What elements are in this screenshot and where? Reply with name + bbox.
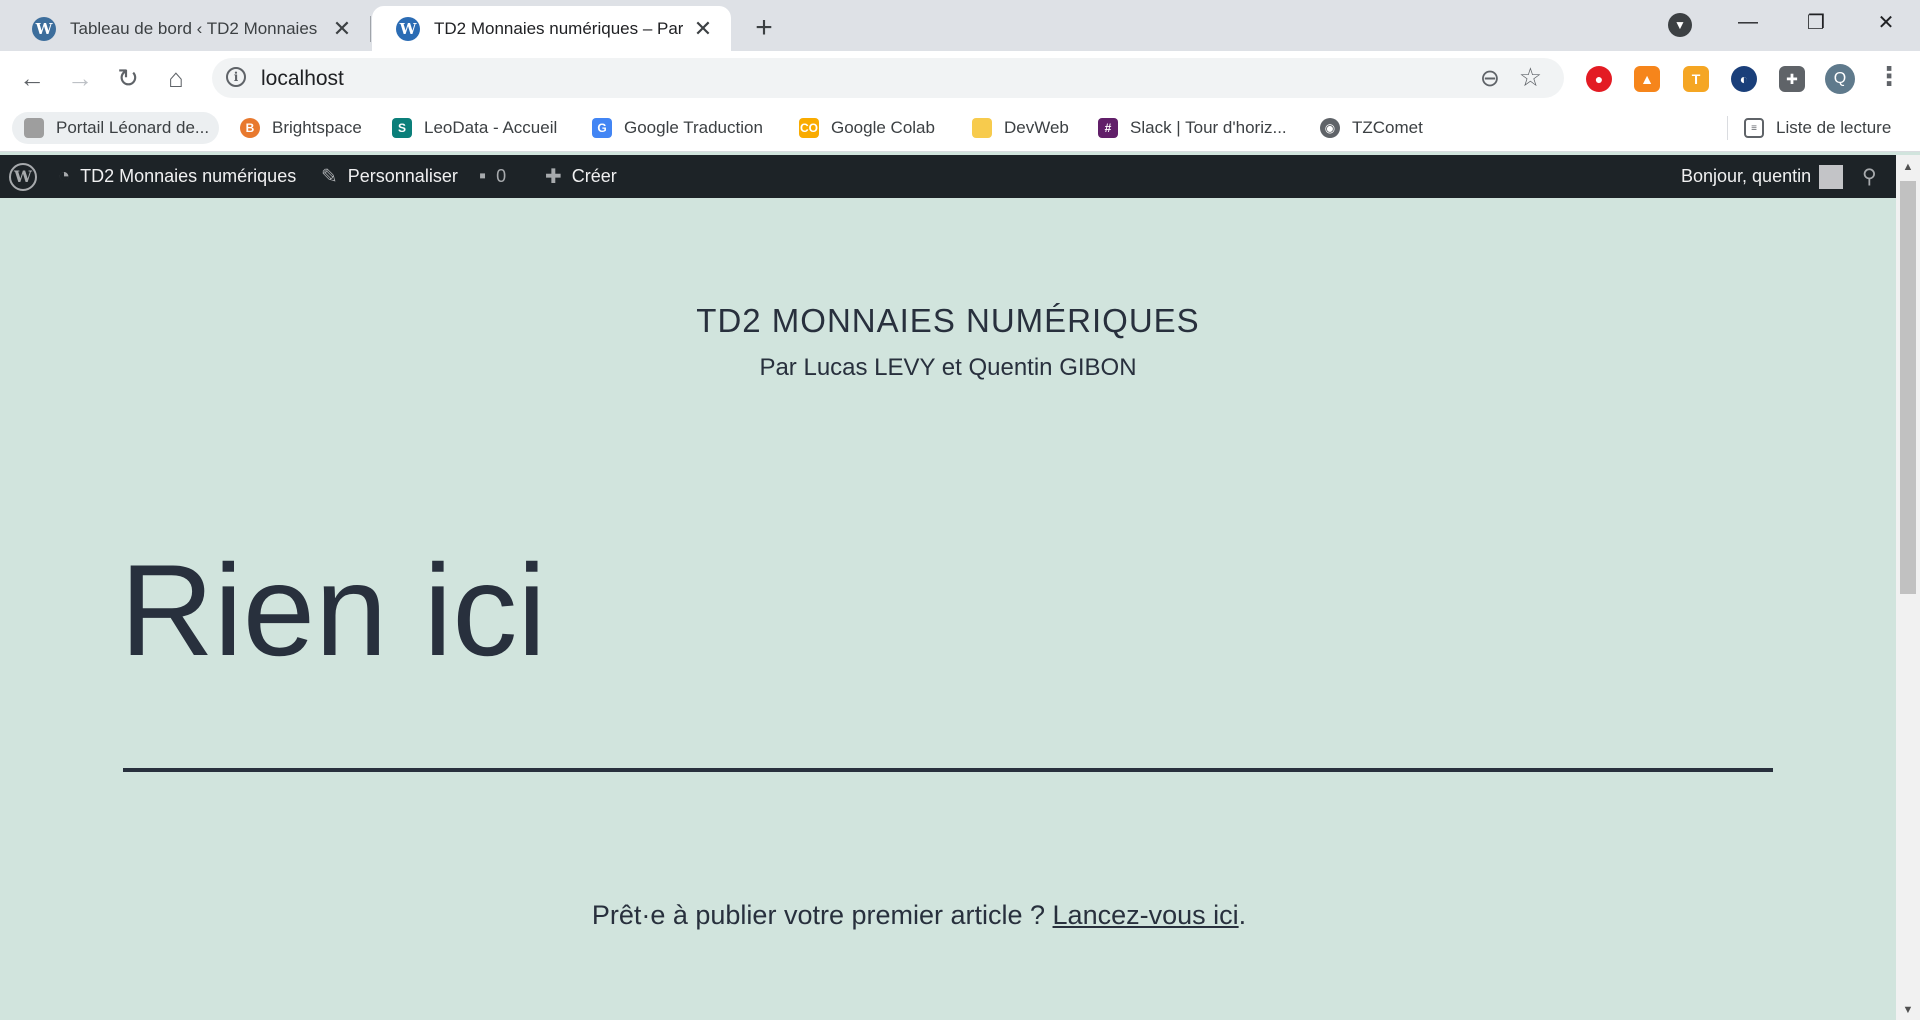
wordpress-icon: W	[32, 16, 56, 41]
scroll-down-arrow-icon[interactable]: ▼	[1896, 1000, 1920, 1020]
bookmark-star-icon[interactable]: ☆	[1519, 62, 1542, 93]
wordpress-icon: W	[396, 16, 420, 41]
bookmark-google-translate[interactable]: G Google Traduction	[592, 112, 763, 144]
metamask-extension-icon[interactable]: ▲	[1634, 66, 1660, 92]
extensions-puzzle-icon[interactable]: ✚	[1779, 66, 1805, 92]
adminbar-my-account[interactable]: Bonjour, quentin	[1681, 155, 1844, 198]
bookmark-label: DevWeb	[1004, 118, 1069, 137]
bookmark-label: TZComet	[1352, 118, 1423, 137]
tab-separator	[370, 16, 371, 42]
bookmark-label: Brightspace	[272, 118, 362, 137]
reading-list-icon: ≡	[1744, 118, 1764, 138]
zoom-icon[interactable]: ⊖	[1480, 64, 1500, 93]
scroll-up-arrow-icon[interactable]: ▲	[1896, 157, 1920, 177]
separator-line	[123, 768, 1773, 772]
wp-admin-bar: W ◔ TD2 Monnaies numériques ✎ Personnali…	[0, 155, 1896, 198]
comment-bubble-icon: ▪	[479, 165, 487, 187]
site-info-icon[interactable]: i	[226, 67, 246, 87]
customize-label: Personnaliser	[347, 166, 458, 186]
bookmark-label: Google Colab	[831, 118, 935, 137]
close-tab-icon[interactable]: ✕	[330, 16, 354, 41]
page-intro-text: Prêt·e à publier votre premier article ?…	[0, 900, 1838, 931]
comments-count: 0	[496, 166, 507, 186]
page-title: Rien ici	[120, 537, 547, 683]
tab-search-icon[interactable]: ▼	[1668, 13, 1692, 37]
bookmark-label: Slack | Tour d'horiz...	[1130, 118, 1287, 137]
bookmark-leodata[interactable]: S LeoData - Accueil	[392, 112, 557, 144]
sharepoint-icon: S	[392, 118, 412, 138]
wordpress-logo-icon: W	[9, 162, 37, 191]
reload-icon[interactable]: ↻	[111, 61, 145, 95]
user-avatar	[1819, 164, 1844, 189]
slack-icon: #	[1098, 118, 1118, 138]
tab-title: Tableau de bord ‹ TD2 Monnaies numérique…	[70, 18, 322, 38]
bookmark-devweb[interactable]: DevWeb	[972, 112, 1069, 144]
brightspace-icon: B	[240, 118, 260, 138]
forward-arrow-icon[interactable]: →	[63, 61, 97, 95]
minimize-button[interactable]: —	[1714, 0, 1782, 44]
bookmark-google-colab[interactable]: CO Google Colab	[799, 112, 935, 144]
bookmark-tzcomet[interactable]: ◉ TZComet	[1320, 112, 1423, 144]
adminbar-site-name[interactable]: ◔ TD2 Monnaies numériques	[58, 155, 296, 198]
temple-extension-icon[interactable]: T	[1683, 66, 1709, 92]
create-label: Créer	[571, 166, 617, 186]
wp-logo-menu[interactable]: W	[9, 155, 37, 198]
start-here-link[interactable]: Lancez-vous ici	[1053, 900, 1239, 930]
paintbrush-icon: ✎	[321, 166, 338, 188]
profile-avatar[interactable]: Q	[1825, 64, 1855, 94]
google-translate-icon: G	[592, 118, 612, 138]
adminbar-customize[interactable]: ✎ Personnaliser	[321, 155, 458, 198]
bookmark-portail[interactable]: Portail Léonard de...	[12, 112, 220, 144]
folder-icon	[972, 118, 992, 138]
back-arrow-icon[interactable]: ←	[15, 61, 49, 95]
menu-kebab-icon[interactable]: ⋮	[1876, 61, 1902, 92]
tab-strip: W Tableau de bord ‹ TD2 Monnaies numériq…	[0, 0, 1920, 51]
tab-title: TD2 Monnaies numériques – Par Lucas LEVY…	[434, 18, 683, 38]
address-bar[interactable]: i localhost ⊖ ☆	[212, 58, 1564, 98]
compass-extension-icon[interactable]: ◐	[1731, 66, 1757, 92]
window-close-button[interactable]: ✕	[1852, 0, 1920, 44]
colab-icon: CO	[799, 118, 819, 138]
ublock-extension-icon[interactable]: ●	[1586, 66, 1612, 92]
bookmark-label: LeoData - Accueil	[424, 118, 558, 137]
site-name-label: TD2 Monnaies numériques	[80, 166, 297, 186]
close-tab-icon[interactable]: ✕	[691, 16, 715, 41]
search-icon: ⚲	[1862, 166, 1877, 188]
browser-toolbar: ← → ↻ ⌂ i localhost ⊖ ☆ ● ▲ T ◐ ✚ Q ⋮	[0, 51, 1920, 104]
portail-icon	[24, 118, 44, 138]
reading-list-button[interactable]: ≡ Liste de lecture	[1744, 112, 1891, 144]
bookmark-slack[interactable]: # Slack | Tour d'horiz...	[1098, 112, 1287, 144]
bookmark-brightspace[interactable]: B Brightspace	[240, 112, 362, 144]
dashboard-gauge-icon: ◔	[58, 165, 71, 187]
intro-period: .	[1238, 900, 1247, 930]
page-scrollbar[interactable]: ▲ ▼	[1896, 155, 1920, 1020]
greeting-label: Bonjour, quentin	[1681, 166, 1812, 186]
plus-icon: ✚	[545, 166, 562, 188]
new-tab-button[interactable]: +	[748, 11, 780, 44]
scrollbar-thumb[interactable]	[1900, 181, 1916, 594]
adminbar-new-content[interactable]: ✚ Créer	[545, 155, 617, 198]
bookmark-label: Portail Léonard de...	[56, 118, 210, 137]
site-title[interactable]: TD2 MONNAIES NUMÉRIQUES	[0, 302, 1896, 340]
adminbar-comments[interactable]: ▪ 0	[479, 155, 506, 198]
tab-site[interactable]: W TD2 Monnaies numériques – Par Lucas LE…	[372, 6, 731, 51]
bookmark-label: Google Traduction	[624, 118, 763, 137]
url-text[interactable]: localhost	[261, 67, 344, 91]
reading-list-label: Liste de lecture	[1776, 118, 1892, 137]
bookmarks-bar: Portail Léonard de... B Brightspace S Le…	[0, 104, 1920, 152]
adminbar-search[interactable]: ⚲	[1862, 155, 1877, 198]
globe-icon: ◉	[1320, 118, 1340, 138]
bookmarks-separator	[1727, 116, 1728, 140]
intro-text: Prêt·e à publier votre premier article ?	[591, 900, 1053, 930]
home-icon[interactable]: ⌂	[159, 61, 193, 95]
tab-dashboard[interactable]: W Tableau de bord ‹ TD2 Monnaies numériq…	[8, 6, 370, 51]
site-description: Par Lucas LEVY et Quentin GIBON	[759, 354, 1137, 381]
restore-button[interactable]: ❐	[1782, 0, 1850, 44]
